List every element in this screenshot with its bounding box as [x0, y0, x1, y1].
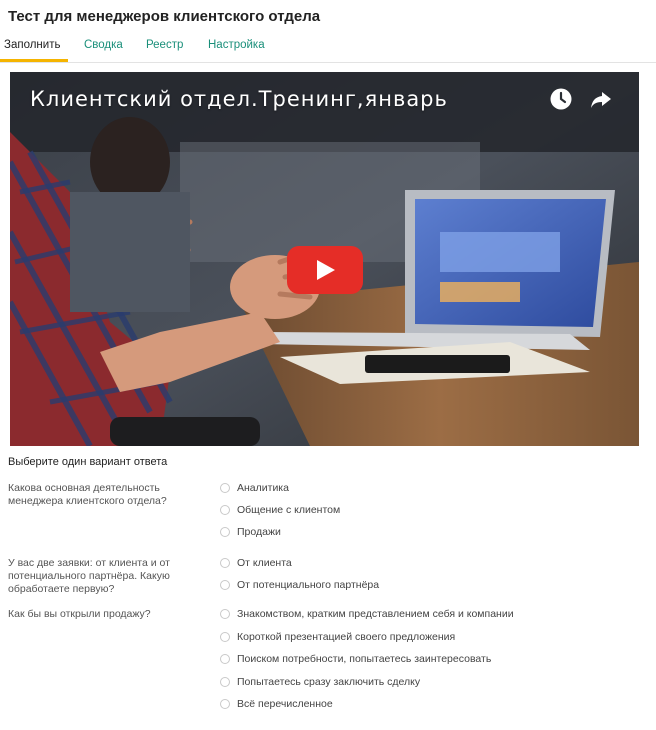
question-3: Как бы вы открыли продажу?	[8, 608, 151, 620]
tab-registry[interactable]: Реестр	[146, 39, 183, 51]
tab-settings[interactable]: Настройка	[208, 39, 265, 51]
option-label: Аналитика	[237, 482, 289, 494]
tab-fill[interactable]: Заполнить	[4, 39, 60, 51]
option-label: От потенциального партнёра	[237, 579, 380, 591]
radio-button[interactable]	[220, 699, 230, 709]
radio-button[interactable]	[220, 527, 230, 537]
radio-button[interactable]	[220, 580, 230, 590]
option-label: Поиском потребности, попытаетесь заинтер…	[237, 653, 492, 665]
radio-button[interactable]	[220, 609, 230, 619]
radio-button[interactable]	[220, 677, 230, 687]
video-player[interactable]: Клиентский отдел.Тренинг,январь	[10, 72, 639, 446]
question-1: Какова основная деятельность менеджера к…	[8, 482, 167, 507]
option-label: Попытаетесь сразу заключить сделку	[237, 676, 421, 688]
watch-later-icon[interactable]	[548, 86, 574, 112]
option-label: Продажи	[237, 526, 281, 538]
option-label: Знакомством, кратким представлением себя…	[237, 608, 514, 620]
radio-button[interactable]	[220, 654, 230, 664]
question-2: У вас две заявки: от клиента и от потенц…	[8, 557, 170, 595]
tab-bar: Заполнить Сводка Реестр Настройка	[0, 36, 656, 63]
tab-summary[interactable]: Сводка	[84, 39, 123, 51]
active-tab-indicator	[0, 59, 68, 62]
radio-button[interactable]	[220, 483, 230, 493]
radio-button[interactable]	[220, 505, 230, 515]
option-label: От клиента	[237, 557, 292, 569]
youtube-play-icon[interactable]	[287, 246, 363, 294]
instruction-text: Выберите один вариант ответа	[8, 456, 168, 468]
share-icon[interactable]	[588, 86, 614, 112]
option-label: Общение с клиентом	[237, 504, 341, 516]
radio-button[interactable]	[220, 558, 230, 568]
option-label: Короткой презентацией своего предложения	[237, 631, 456, 643]
option-label: Всё перечисленное	[237, 698, 333, 710]
video-title: Клиентский отдел.Тренинг,январь	[30, 87, 448, 111]
form-title: Тест для менеджеров клиентского отдела	[8, 8, 321, 25]
radio-button[interactable]	[220, 632, 230, 642]
